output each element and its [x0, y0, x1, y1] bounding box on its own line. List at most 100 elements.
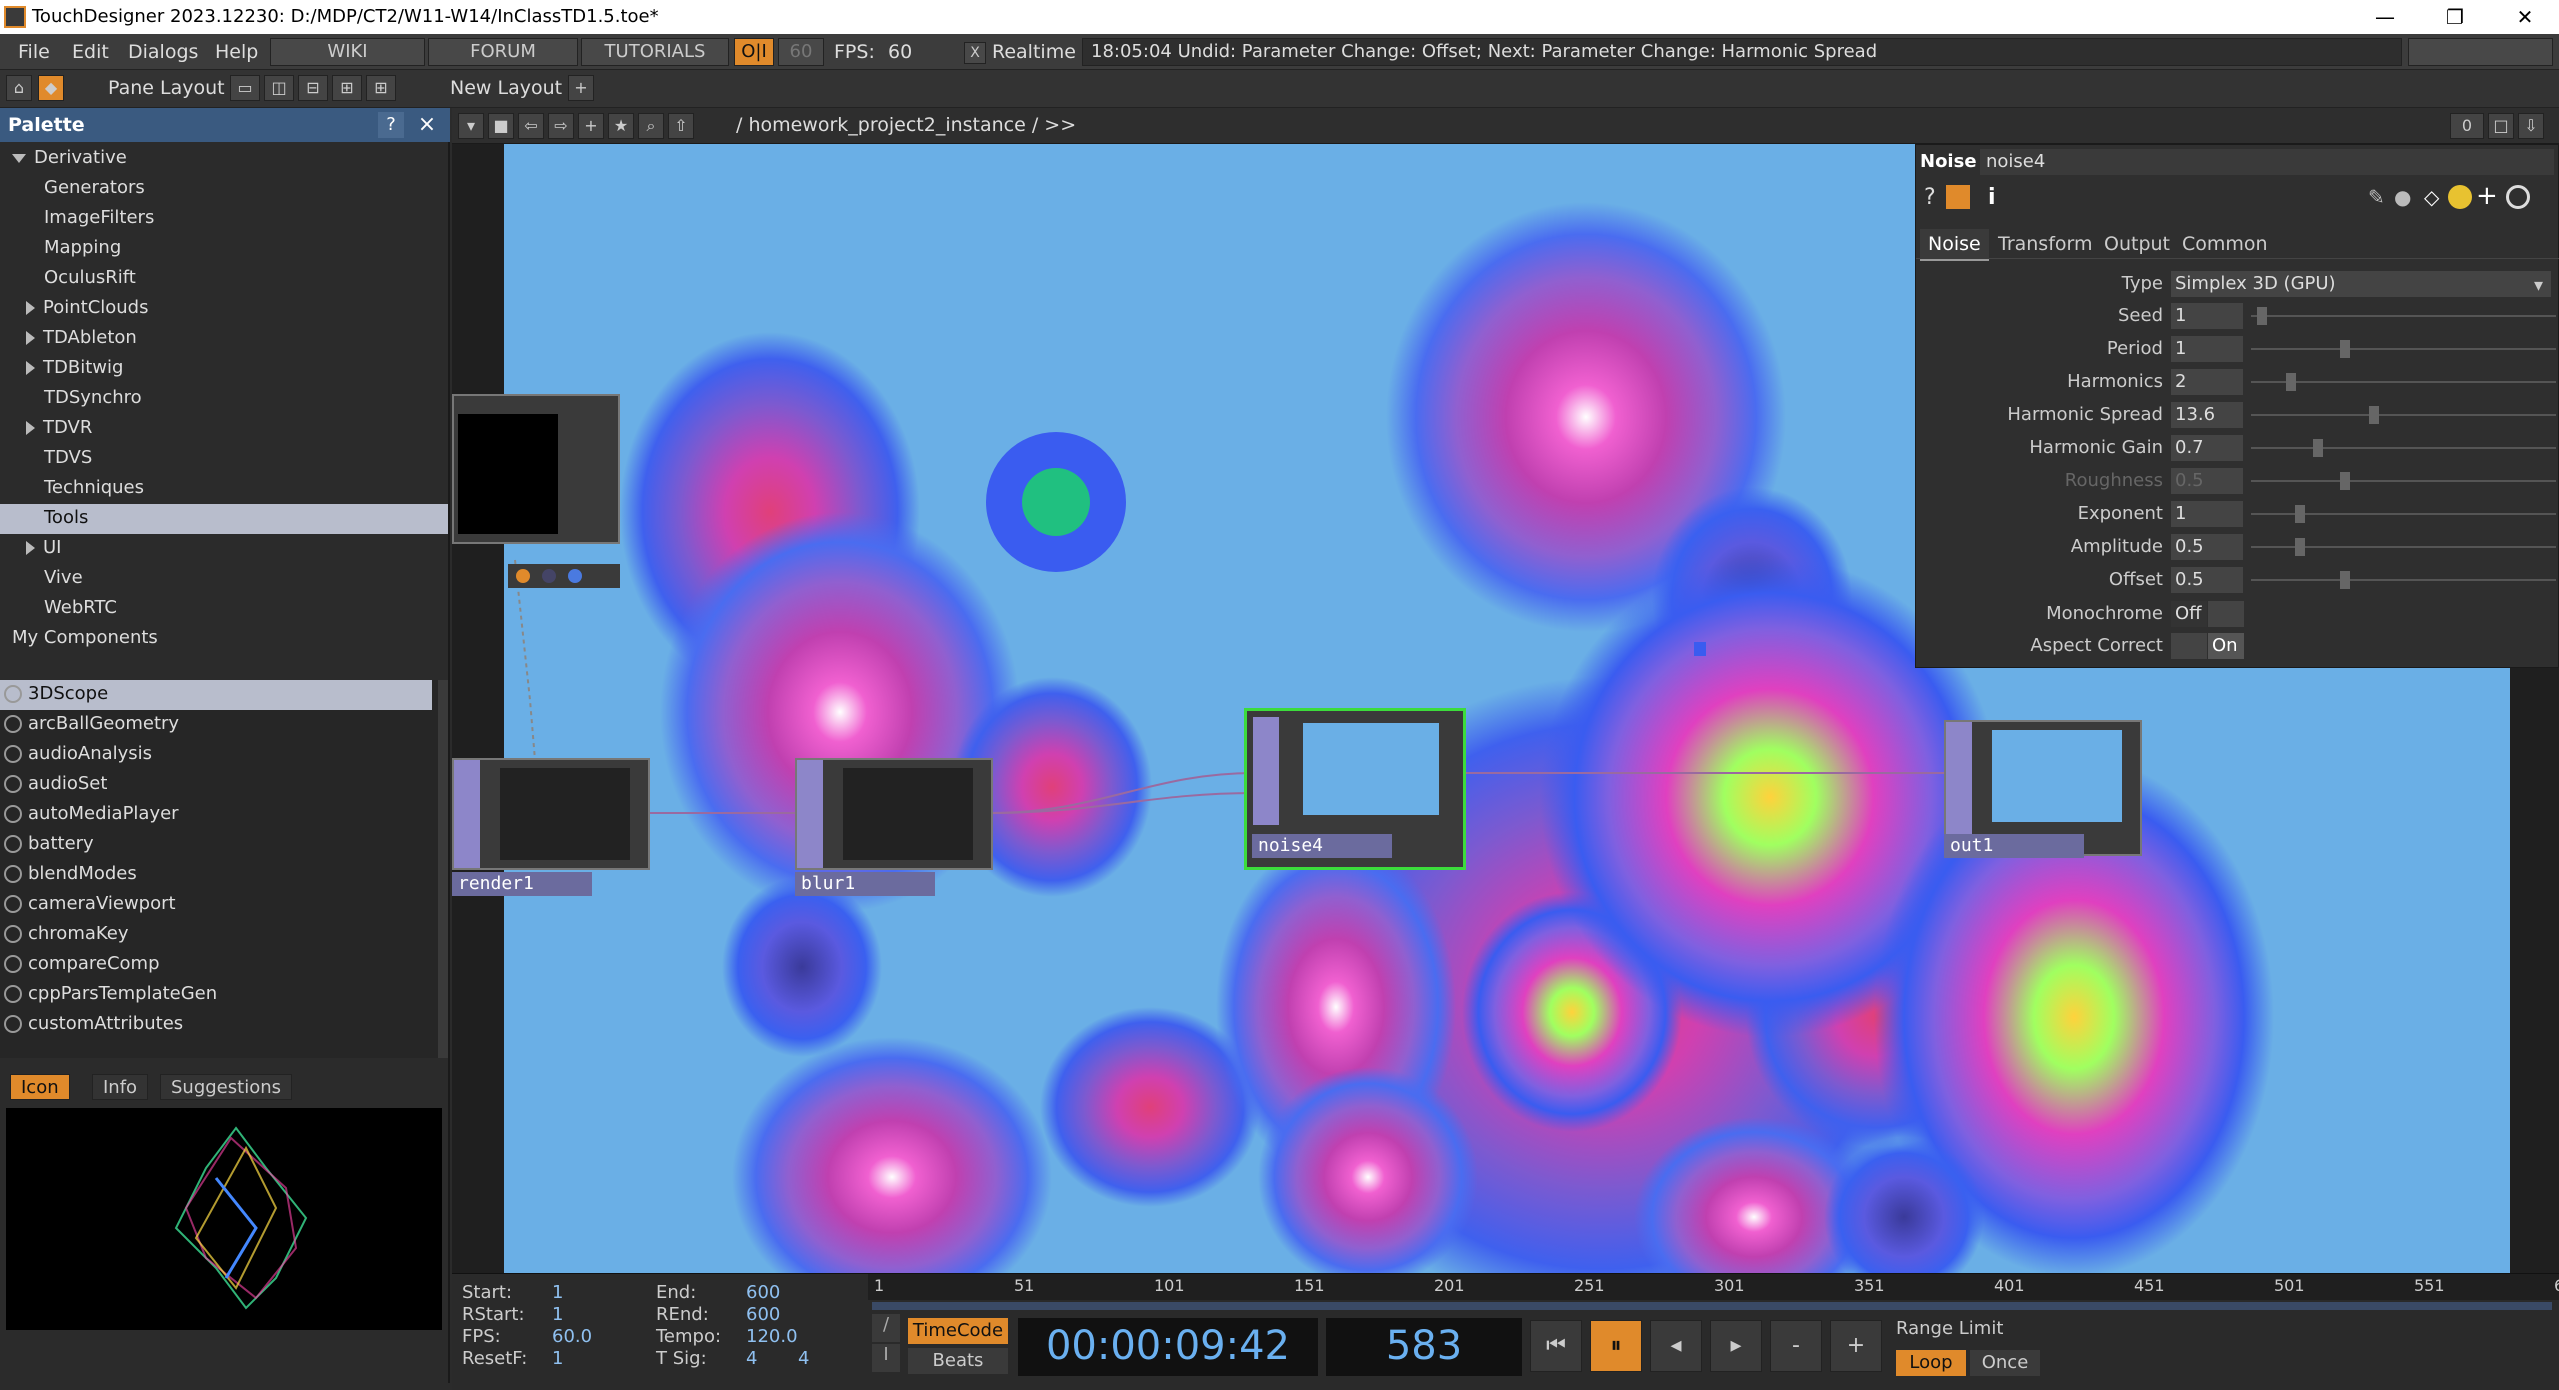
param-slider[interactable] [2251, 340, 2556, 358]
param-slider-knob[interactable] [2286, 373, 2297, 391]
param-slider-knob[interactable] [2339, 472, 2350, 490]
param-value-field[interactable]: 0.5 [2171, 567, 2243, 593]
param-row: Period 1 [1916, 334, 2556, 364]
flag-orange-icon[interactable] [516, 569, 530, 583]
tab-transform[interactable]: Transform [1990, 229, 2101, 259]
end-value[interactable]: 600 [746, 1282, 780, 1303]
noise4-side-icons [1253, 717, 1279, 825]
step-back-icon[interactable]: ◂ [1650, 1320, 1702, 1372]
timecode-button[interactable]: TimeCode [908, 1318, 1008, 1344]
tab-noise[interactable]: Noise [1920, 229, 1989, 261]
out1-label[interactable]: out1 [1944, 834, 2084, 858]
resetf-value[interactable]: 1 [552, 1348, 563, 1369]
param-slider[interactable] [2251, 439, 2556, 457]
param-label: Offset [2108, 569, 2163, 590]
plus-icon[interactable]: + [1830, 1320, 1882, 1372]
param-slider[interactable] [2251, 571, 2556, 589]
comment-icon[interactable]: ● [2394, 185, 2411, 209]
param-slider[interactable] [2251, 505, 2556, 523]
ruler-tick-label: 251 [1574, 1276, 1605, 1295]
param-row: Exponent 1 [1916, 499, 2556, 529]
python-help-icon[interactable] [1946, 185, 1970, 209]
python-icon[interactable] [2448, 185, 2472, 209]
beats-button[interactable]: Beats [908, 1348, 1008, 1374]
param-label: Harmonic Gain [2029, 437, 2163, 458]
param-value-field[interactable]: 1 [2171, 336, 2243, 362]
add-param-icon[interactable]: + [2476, 181, 2498, 211]
param-slider[interactable] [2251, 538, 2556, 556]
chevron-down-icon[interactable]: ▾ [2534, 275, 2543, 296]
start-label: Start: [462, 1282, 513, 1303]
param-slider-knob[interactable] [2312, 439, 2323, 457]
blur1-node[interactable] [795, 758, 993, 870]
render1-side-icons [454, 760, 480, 868]
ruler-tick-label: 51 [1014, 1276, 1035, 1295]
rewind-icon[interactable]: ⏮ [1530, 1320, 1582, 1372]
param-row: Harmonic Spread 13.6 [1916, 400, 2556, 430]
param-value-field[interactable]: 1 [2171, 501, 2243, 527]
render1-label[interactable]: render1 [452, 872, 592, 896]
tab-output[interactable]: Output [2096, 229, 2178, 259]
ruler-tick-label: 101 [1154, 1276, 1185, 1295]
minus-icon[interactable]: - [1770, 1320, 1822, 1372]
param-row: Offset 0.5 [1916, 565, 2556, 595]
param-slider[interactable] [2251, 406, 2556, 424]
param-label: Period [2106, 338, 2163, 359]
timeline-mode-icon[interactable]: / [872, 1314, 900, 1342]
param-value-field[interactable]: 0.5 [2171, 468, 2243, 494]
param-slider-knob[interactable] [2295, 505, 2306, 523]
target-icon[interactable] [2506, 185, 2530, 209]
aspect-toggle[interactable]: On [2208, 633, 2244, 659]
flag-dark-icon[interactable] [542, 569, 556, 583]
param-value-field[interactable]: 0.5 [2171, 534, 2243, 560]
param-slider-knob[interactable] [2339, 340, 2350, 358]
rstart-value[interactable]: 1 [552, 1304, 563, 1325]
param-slider-knob[interactable] [2295, 538, 2306, 556]
once-button[interactable]: Once [1970, 1350, 2040, 1376]
param-slider[interactable] [2251, 373, 2556, 391]
rend-value[interactable]: 600 [746, 1304, 780, 1325]
ruler-tick-label: 600 [2554, 1276, 2559, 1295]
param-value-field[interactable]: 0.7 [2171, 435, 2243, 461]
ruler-tick-label: 1 [874, 1276, 885, 1295]
blur1-label[interactable]: blur1 [795, 872, 935, 896]
tsig-den[interactable]: 4 [798, 1348, 809, 1369]
info-icon[interactable]: i [1988, 185, 1996, 210]
param-row-monochrome: Monochrome Off [1916, 599, 2556, 629]
param-value-field[interactable]: 13.6 [2171, 402, 2243, 428]
noise4-label[interactable]: noise4 [1252, 834, 1392, 858]
param-slider-knob[interactable] [2256, 307, 2267, 325]
timecode-display[interactable]: 00:00:09:42 [1018, 1318, 1318, 1376]
camera-node[interactable] [452, 394, 620, 544]
timeline-ruler[interactable]: 151101151201251301351401451501551600 [868, 1274, 2559, 1300]
timeline-scrub-bar[interactable] [872, 1302, 2552, 1310]
aspect-toggle-alt[interactable] [2171, 633, 2207, 659]
start-value[interactable]: 1 [552, 1282, 563, 1303]
param-slider-knob[interactable] [2369, 406, 2379, 424]
fps-value[interactable]: 60.0 [552, 1326, 592, 1347]
monochrome-toggle[interactable]: Off [2171, 601, 2207, 627]
monochrome-toggle-alt[interactable] [2208, 601, 2244, 627]
op-type: Noise [1920, 151, 1977, 172]
flag-blue-icon[interactable] [568, 569, 582, 583]
timeline-mode-icon-2[interactable]: I [872, 1344, 900, 1372]
param-value-field[interactable]: 1 [2171, 303, 2243, 329]
eraser-icon[interactable]: ◇ [2424, 185, 2439, 209]
blur1-thumbnail [843, 768, 973, 860]
type-dropdown[interactable]: Simplex 3D (GPU) [2171, 271, 2551, 297]
op-name-field[interactable]: noise4 [1980, 149, 2554, 175]
help-icon[interactable]: ? [1924, 185, 1936, 210]
render1-node[interactable] [452, 758, 650, 870]
edit-icon[interactable]: ✎ [2368, 185, 2385, 209]
pause-icon[interactable]: ⏸ [1590, 1320, 1642, 1372]
tsig-num[interactable]: 4 [746, 1348, 757, 1369]
tab-common[interactable]: Common [2174, 229, 2276, 259]
param-slider[interactable] [2251, 307, 2556, 325]
param-slider-knob[interactable] [2339, 571, 2350, 589]
loop-button[interactable]: Loop [1896, 1350, 1966, 1376]
tempo-value[interactable]: 120.0 [746, 1326, 798, 1347]
frame-display[interactable]: 583 [1326, 1318, 1522, 1376]
param-slider[interactable] [2251, 472, 2556, 490]
step-forward-icon[interactable]: ▸ [1710, 1320, 1762, 1372]
param-value-field[interactable]: 2 [2171, 369, 2243, 395]
